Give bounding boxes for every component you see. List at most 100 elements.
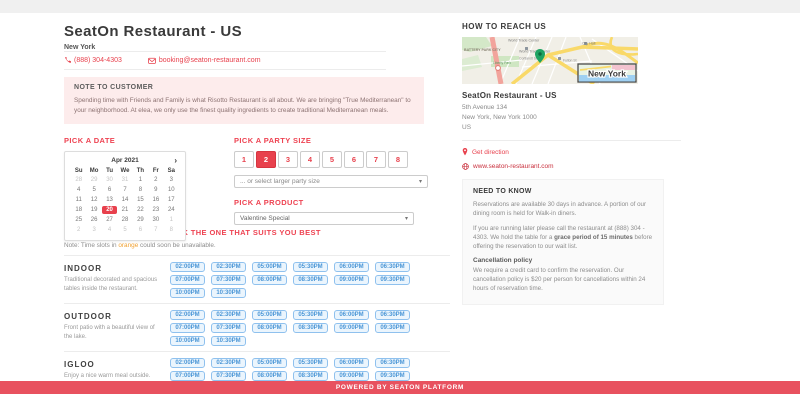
- calendar-day[interactable]: 29: [133, 216, 148, 224]
- calendar-day[interactable]: 7: [117, 186, 132, 194]
- time-slot-button[interactable]: 09:00PM: [334, 323, 369, 333]
- calendar-day[interactable]: 21: [117, 206, 132, 214]
- time-slot-button[interactable]: 07:00PM: [170, 371, 205, 381]
- calendar-day[interactable]: 27: [102, 216, 117, 224]
- calendar-day[interactable]: 25: [71, 216, 86, 224]
- calendar-day[interactable]: 11: [71, 196, 86, 204]
- time-slot-button[interactable]: 02:30PM: [211, 310, 246, 320]
- time-slot-button[interactable]: 05:00PM: [252, 358, 287, 368]
- calendar-next-month-button[interactable]: ›: [174, 156, 177, 165]
- calendar-day[interactable]: 30: [148, 216, 163, 224]
- time-slot-button[interactable]: 08:00PM: [252, 323, 287, 333]
- calendar-day[interactable]: 3: [86, 226, 101, 234]
- calendar-day[interactable]: 22: [133, 206, 148, 214]
- time-slot-button[interactable]: 02:30PM: [211, 358, 246, 368]
- time-slot-button[interactable]: 05:30PM: [293, 310, 328, 320]
- party-size-button-7[interactable]: 7: [366, 151, 386, 168]
- calendar-day[interactable]: 19: [86, 206, 101, 214]
- time-slot-button[interactable]: 09:00PM: [334, 275, 369, 285]
- calendar-day[interactable]: 10: [164, 186, 179, 194]
- calendar-day[interactable]: 8: [164, 226, 179, 234]
- time-slot-button[interactable]: 02:30PM: [211, 262, 246, 272]
- time-slot-button[interactable]: 06:30PM: [375, 310, 410, 320]
- party-size-button-8[interactable]: 8: [388, 151, 408, 168]
- calendar-day[interactable]: 12: [86, 196, 101, 204]
- time-slot-button[interactable]: 09:30PM: [375, 323, 410, 333]
- calendar-day[interactable]: 14: [117, 196, 132, 204]
- map[interactable]: BATTERY PARK CITY World Trade Center Wor…: [462, 37, 638, 84]
- time-slot-button[interactable]: 05:00PM: [252, 262, 287, 272]
- calendar-day[interactable]: 13: [102, 196, 117, 204]
- calendar-day[interactable]: 9: [148, 186, 163, 194]
- party-size-button-2[interactable]: 2: [256, 151, 276, 168]
- calendar-day[interactable]: 20: [102, 206, 117, 214]
- time-slot-button[interactable]: 02:00PM: [170, 262, 205, 272]
- party-size-button-4[interactable]: 4: [300, 151, 320, 168]
- time-slot-button[interactable]: 06:00PM: [334, 358, 369, 368]
- calendar-day[interactable]: 18: [71, 206, 86, 214]
- larger-party-size-select[interactable]: ... or select larger party size ▾: [234, 175, 428, 188]
- time-slot-button[interactable]: 08:30PM: [293, 323, 328, 333]
- time-slot-button[interactable]: 09:30PM: [375, 275, 410, 285]
- calendar-day[interactable]: 30: [102, 176, 117, 184]
- calendar-day[interactable]: 31: [117, 176, 132, 184]
- party-size-button-6[interactable]: 6: [344, 151, 364, 168]
- website-link[interactable]: www.seaton-restaurant.com: [462, 163, 681, 170]
- restaurant-city: New York: [64, 44, 450, 51]
- time-slot-button[interactable]: 05:00PM: [252, 310, 287, 320]
- time-slot-button[interactable]: 02:00PM: [170, 358, 205, 368]
- time-slot-button[interactable]: 08:00PM: [252, 275, 287, 285]
- calendar-day[interactable]: 5: [117, 226, 132, 234]
- calendar-day[interactable]: 5: [86, 186, 101, 194]
- time-slot-button[interactable]: 07:30PM: [211, 275, 246, 285]
- time-slot-button[interactable]: 06:30PM: [375, 358, 410, 368]
- time-slot-button[interactable]: 10:30PM: [211, 336, 246, 346]
- time-slot-button[interactable]: 10:00PM: [170, 288, 205, 298]
- time-slot-button[interactable]: 06:30PM: [375, 262, 410, 272]
- calendar-day[interactable]: 16: [148, 196, 163, 204]
- product-select[interactable]: Valentine Special ▾: [234, 212, 414, 225]
- calendar-day[interactable]: 26: [86, 216, 101, 224]
- calendar-day[interactable]: 1: [164, 216, 179, 224]
- time-slot-button[interactable]: 09:00PM: [334, 371, 369, 381]
- calendar-day[interactable]: 4: [71, 186, 86, 194]
- calendar-day[interactable]: 2: [71, 226, 86, 234]
- calendar-day[interactable]: 6: [102, 186, 117, 194]
- time-slot-button[interactable]: 10:00PM: [170, 336, 205, 346]
- calendar-day[interactable]: 2: [148, 176, 163, 184]
- calendar-day[interactable]: 8: [133, 186, 148, 194]
- time-slot-button[interactable]: 06:00PM: [334, 310, 369, 320]
- time-slot-button[interactable]: 10:30PM: [211, 288, 246, 298]
- calendar-day[interactable]: 28: [117, 216, 132, 224]
- calendar-day[interactable]: 4: [102, 226, 117, 234]
- time-slot-button[interactable]: 08:30PM: [293, 371, 328, 381]
- time-slot-button[interactable]: 08:30PM: [293, 275, 328, 285]
- calendar-day[interactable]: 24: [164, 206, 179, 214]
- time-slot-button[interactable]: 06:00PM: [334, 262, 369, 272]
- calendar-day[interactable]: 6: [133, 226, 148, 234]
- calendar-day[interactable]: 7: [148, 226, 163, 234]
- time-slot-button[interactable]: 07:30PM: [211, 323, 246, 333]
- time-slot-button[interactable]: 07:00PM: [170, 323, 205, 333]
- section-info: INDOOR Traditional decorated and spaciou…: [64, 262, 170, 298]
- time-slot-button[interactable]: 05:30PM: [293, 358, 328, 368]
- time-slot-button[interactable]: 07:30PM: [211, 371, 246, 381]
- time-slot-button[interactable]: 07:00PM: [170, 275, 205, 285]
- calendar-day[interactable]: 23: [148, 206, 163, 214]
- calendar-day[interactable]: 1: [133, 176, 148, 184]
- time-slot-button[interactable]: 02:00PM: [170, 310, 205, 320]
- calendar-day[interactable]: 15: [133, 196, 148, 204]
- calendar-day[interactable]: 29: [86, 176, 101, 184]
- party-size-button-5[interactable]: 5: [322, 151, 342, 168]
- party-size-button-1[interactable]: 1: [234, 151, 254, 168]
- time-slot-button[interactable]: 09:30PM: [375, 371, 410, 381]
- email-link[interactable]: booking@seaton-restaurant.com: [148, 57, 261, 64]
- time-slot-button[interactable]: 05:30PM: [293, 262, 328, 272]
- phone-link[interactable]: (888) 304-4303: [64, 57, 122, 64]
- calendar-day[interactable]: 3: [164, 176, 179, 184]
- calendar-day[interactable]: 28: [71, 176, 86, 184]
- get-direction-link[interactable]: Get direction: [462, 148, 681, 156]
- party-size-button-3[interactable]: 3: [278, 151, 298, 168]
- calendar-day[interactable]: 17: [164, 196, 179, 204]
- time-slot-button[interactable]: 08:00PM: [252, 371, 287, 381]
